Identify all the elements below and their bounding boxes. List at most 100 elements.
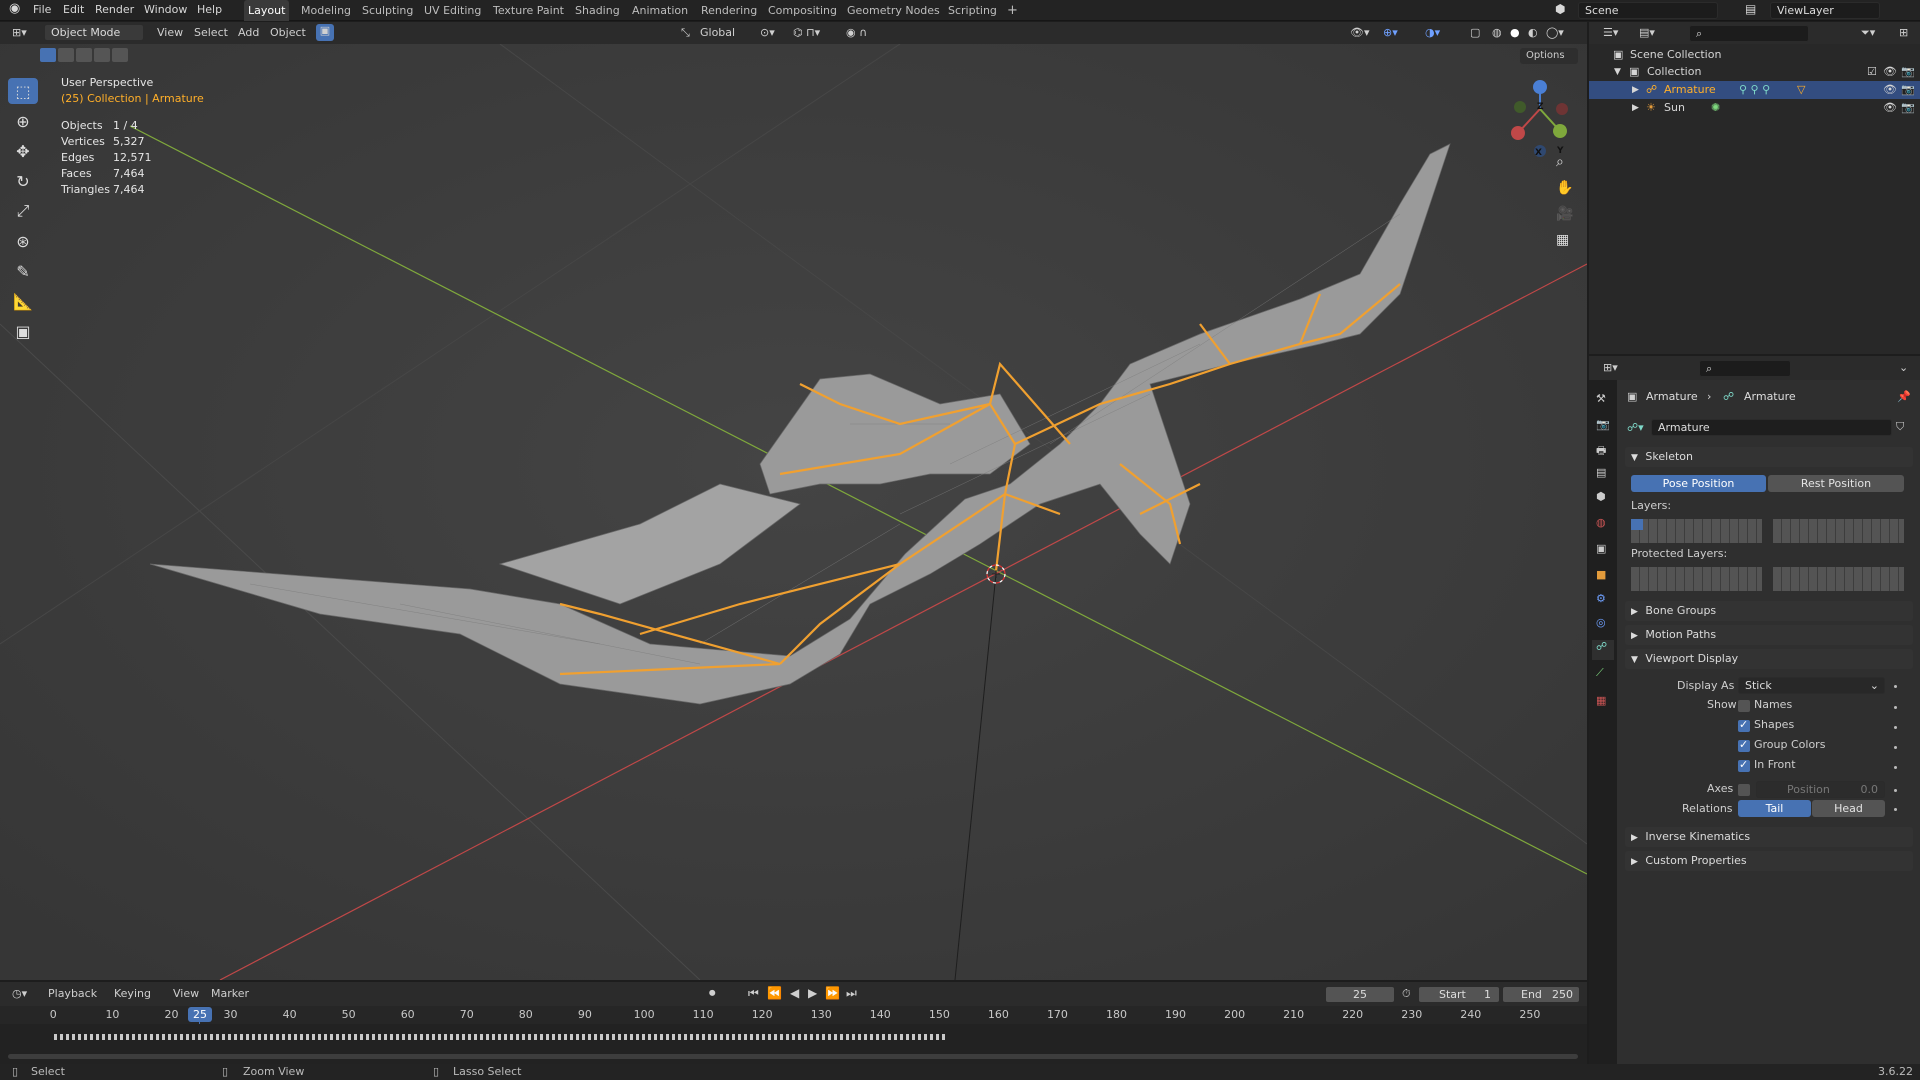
render-tab-icon[interactable]: 📷 (1596, 418, 1610, 431)
keyframe-dot[interactable] (1894, 789, 1897, 792)
playhead[interactable]: 25 (188, 1007, 212, 1022)
rest-position-button[interactable]: Rest Position (1768, 475, 1904, 492)
annotate-tool-icon[interactable]: ✎ (8, 258, 38, 284)
gizmo-x-label[interactable]: X (1535, 148, 1542, 158)
relations-head-button[interactable]: Head (1812, 800, 1885, 817)
new-collection-icon[interactable]: ⊞ (1899, 26, 1908, 39)
editor-type-icon[interactable]: ⊞▾ (12, 26, 27, 39)
viewport-menu-add[interactable]: Add (238, 26, 259, 39)
armature-data-tab-icon[interactable]: ☍ (1592, 640, 1614, 660)
camera-icon[interactable]: 🎥 (1556, 206, 1573, 222)
tab-compositing[interactable]: Compositing (764, 0, 841, 21)
fake-user-icon[interactable]: ⛉ (1896, 420, 1904, 434)
texture-tab-icon[interactable]: ▦ (1596, 694, 1606, 707)
bone-tab-icon[interactable]: ⟋ (1596, 666, 1604, 680)
rotate-tool-icon[interactable]: ↻ (8, 168, 38, 194)
eye-icon[interactable]: 👁 (1883, 81, 1897, 99)
modifiers-tab-icon[interactable]: ⚙ (1596, 592, 1606, 605)
scene-selector[interactable]: Scene (1578, 2, 1718, 19)
prev-keyframe-icon[interactable]: ⏪ (767, 986, 782, 1000)
pin-icon[interactable]: 📌 (1897, 390, 1911, 403)
camera-render-icon[interactable]: 📷 (1901, 63, 1915, 81)
gizmo-toggle-icon[interactable]: ⊕▾ (1383, 26, 1398, 39)
current-frame-field[interactable]: 25 (1325, 986, 1395, 1003)
world-tab-icon[interactable]: ◍ (1596, 516, 1606, 529)
eye-icon[interactable]: 👁 (1883, 99, 1897, 117)
menu-window[interactable]: Window (144, 3, 187, 16)
start-frame-field[interactable]: Start 1 (1418, 986, 1500, 1003)
expand-arrow-icon[interactable]: ▶ (1632, 99, 1639, 117)
output-tab-icon[interactable]: 🖶 (1596, 442, 1606, 461)
armature-data-icon[interactable]: ☍▾ (1627, 421, 1644, 434)
mode-selector[interactable]: Object Mode (44, 24, 144, 41)
axes-checkbox[interactable] (1738, 784, 1750, 796)
select-extend-icon[interactable] (58, 48, 74, 62)
timeline-menu-marker[interactable]: Marker (211, 987, 249, 1000)
transform-tool-icon[interactable]: ⊛ (8, 228, 38, 254)
timeline-scrollbar[interactable] (8, 1054, 1578, 1059)
keyframe-dot[interactable] (1894, 746, 1897, 749)
select-invert-icon[interactable] (94, 48, 110, 62)
next-keyframe-icon[interactable]: ⏩ (825, 986, 840, 1000)
tab-rendering[interactable]: Rendering (697, 0, 761, 21)
shading-rendered-icon[interactable]: ◯▾ (1546, 26, 1564, 39)
measure-tool-icon[interactable]: 📐 (8, 288, 38, 314)
play-icon[interactable]: ▶ (808, 986, 817, 1000)
shading-solid-icon[interactable]: ● (1510, 26, 1520, 39)
tab-modeling[interactable]: Modeling (297, 0, 355, 21)
keyframe-dot[interactable] (1894, 726, 1897, 729)
timeline-editor-icon[interactable]: ◷▾ (12, 987, 27, 1000)
show-names-checkbox[interactable] (1738, 700, 1750, 712)
menu-help[interactable]: Help (197, 3, 222, 16)
keyframe-dot[interactable] (1894, 766, 1897, 769)
expand-arrow-icon[interactable]: ▶ (1632, 81, 1639, 99)
outliner-item-sun[interactable]: ▶ ☀ Sun ✺ 👁 📷 (1589, 99, 1920, 117)
timeline-menu-playback[interactable]: Playback (48, 987, 97, 1000)
tab-scripting[interactable]: Scripting (944, 0, 1001, 21)
pose-position-button[interactable]: Pose Position (1631, 475, 1766, 492)
timeline-menu-keying[interactable]: Keying (114, 987, 151, 1000)
options-button[interactable]: Options (1520, 48, 1578, 64)
outliner-collection[interactable]: ▼ ▣ Collection ☑ 👁 📷 (1589, 63, 1920, 81)
timeline-menu-view[interactable]: View (173, 987, 199, 1000)
timeline-keyframes-area[interactable] (0, 1024, 1587, 1064)
relations-tail-button[interactable]: Tail (1738, 800, 1811, 817)
grid-view-icon[interactable]: ▦ (1556, 232, 1569, 248)
show-in-front-checkbox[interactable] (1738, 758, 1750, 772)
scale-tool-icon[interactable]: ⤢ (8, 198, 38, 224)
viewport-menu-view[interactable]: View (157, 26, 183, 39)
armature-name-field[interactable]: Armature (1651, 419, 1892, 436)
motion-paths-panel-header[interactable]: ▶ Motion Paths (1625, 625, 1913, 645)
axes-position-field[interactable]: Position 0.0 (1756, 781, 1885, 798)
outliner-scene-collection[interactable]: ▣ Scene Collection (1589, 46, 1920, 64)
object-tab-icon[interactable]: ■ (1596, 568, 1606, 581)
viewport-menu-select[interactable]: Select (194, 26, 228, 39)
show-shapes-checkbox[interactable] (1738, 718, 1750, 732)
tab-uv-editing[interactable]: UV Editing (420, 0, 485, 21)
layer-active[interactable] (1631, 519, 1643, 530)
jump-end-icon[interactable]: ⏭ (846, 986, 857, 1001)
stopwatch-icon[interactable]: ⏱ (1402, 987, 1411, 1001)
keyframe-dot[interactable] (1894, 706, 1897, 709)
pan-hand-icon[interactable]: ✋ (1556, 180, 1573, 196)
show-group-colors-checkbox[interactable] (1738, 738, 1750, 752)
menu-render[interactable]: Render (95, 3, 134, 16)
collection-tab-icon[interactable]: ▣ (1596, 542, 1606, 555)
tab-layout[interactable]: Layout (244, 0, 290, 21)
snap-icon[interactable]: ⌬ ⊓▾ (793, 26, 820, 39)
layers-grid-right[interactable] (1773, 519, 1904, 543)
move-tool-icon[interactable]: ✥ (8, 138, 38, 164)
inverse-kinematics-panel-header[interactable]: ▶ Inverse Kinematics (1625, 827, 1913, 847)
cursor-tool-icon[interactable]: ⊕ (8, 108, 38, 134)
view-object-types-icon[interactable]: 👁▾ (1350, 26, 1370, 39)
outliner-search-input[interactable]: ⌕ (1689, 25, 1809, 42)
blender-logo-icon[interactable]: ◉ (9, 1, 20, 16)
shading-material-icon[interactable]: ◐ (1528, 26, 1538, 39)
select-new-icon[interactable] (40, 48, 56, 62)
scene-tab-icon[interactable]: ⬢ (1596, 490, 1606, 503)
keyframe-strip[interactable] (54, 1034, 946, 1040)
shading-wireframe-icon[interactable]: ◍ (1492, 26, 1502, 39)
physics-tab-icon[interactable]: ◎ (1596, 616, 1606, 629)
toggle-icon[interactable]: ▣ (316, 24, 334, 41)
tab-geometry-nodes[interactable]: Geometry Nodes (843, 0, 944, 21)
